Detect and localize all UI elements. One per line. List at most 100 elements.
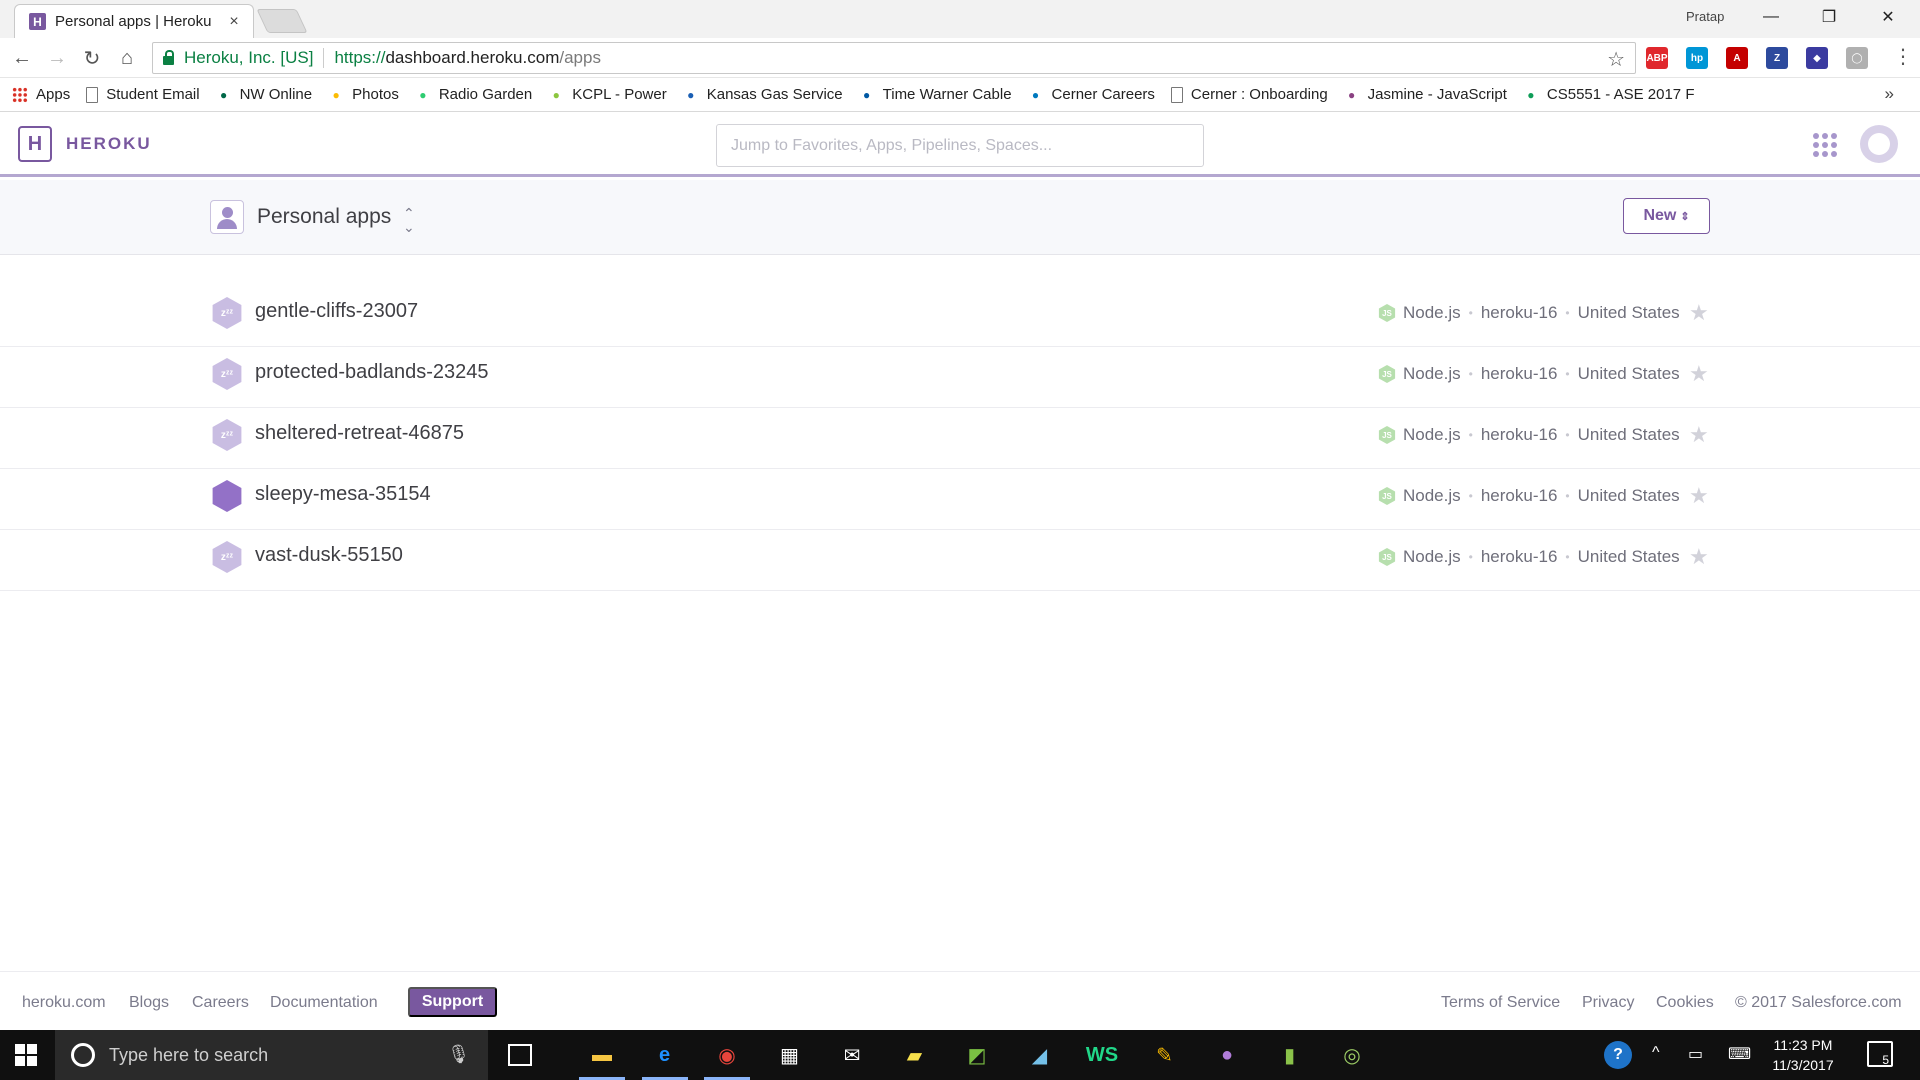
personal-account-icon[interactable] — [210, 200, 244, 234]
battery-icon[interactable]: ▭ — [1688, 1044, 1703, 1064]
apps-launcher-icon[interactable] — [1813, 133, 1837, 157]
app-row[interactable]: zᶻᶻ vast-dusk-55150 JS Node.js • heroku-16 • Un… — [0, 530, 1920, 591]
heroku-logo-text: HEROKU — [66, 134, 152, 153]
bookmark-item[interactable]: Apps — [12, 86, 70, 103]
edge-icon[interactable]: e — [647, 1037, 683, 1073]
windows-start-icon[interactable] — [15, 1044, 37, 1066]
tab-close-icon[interactable]: × — [225, 13, 243, 31]
adblock-plus-icon[interactable]: ABP — [1646, 47, 1668, 69]
sticky-notes-icon[interactable]: ▰ — [897, 1037, 933, 1073]
favorite-star-icon[interactable]: ★ — [1689, 544, 1709, 570]
help-icon[interactable]: ? — [1604, 1041, 1632, 1069]
url-scheme: https:// — [334, 48, 386, 67]
home-icon[interactable]: ⌂ — [113, 44, 141, 72]
nodejs-icon: JS — [1378, 487, 1396, 505]
footer-link-careers[interactable]: Careers — [192, 994, 249, 1012]
avatar-face-icon — [1868, 133, 1890, 155]
address-bar[interactable]: Heroku, Inc. [US] https:// dashboard.her… — [152, 42, 1636, 74]
mail-icon[interactable]: ✉ — [834, 1037, 870, 1073]
heroku-header: H HEROKU — [0, 112, 1920, 177]
bookmark-item[interactable]: ● KCPL - Power — [548, 86, 667, 103]
restore-icon[interactable]: ❐ — [1801, 0, 1857, 34]
visio-icon[interactable]: ◩ — [959, 1037, 995, 1073]
bookmark-item[interactable]: ● Jasmine - JavaScript — [1344, 86, 1507, 103]
microphone-icon[interactable]: 🎙 — [447, 1044, 470, 1065]
heroku-logo-icon: H — [18, 126, 52, 162]
bookmark-item[interactable]: ● NW Online — [216, 86, 312, 103]
extension-blank-icon[interactable]: ◯ — [1846, 47, 1868, 69]
keyboard-icon[interactable]: ⌨ — [1728, 1044, 1751, 1064]
app-row[interactable]: zᶻᶻ protected-badlands-23245 JS Node.js • her… — [0, 347, 1920, 408]
zotero-icon[interactable]: Z — [1766, 47, 1788, 69]
paint-icon[interactable]: ✎ — [1147, 1037, 1183, 1073]
heroku-favicon-icon: H — [29, 13, 46, 30]
bookmark-item[interactable]: ● Photos — [328, 86, 399, 103]
system-clock[interactable]: 11:23 PM 11/3/2017 — [1758, 1035, 1848, 1075]
app-name-link[interactable]: gentle-cliffs-23007 — [255, 300, 418, 323]
jump-to-search-input[interactable] — [716, 124, 1204, 167]
user-avatar[interactable] — [1860, 125, 1898, 163]
task-view-icon[interactable] — [508, 1044, 532, 1066]
app-name-link[interactable]: protected-badlands-23245 — [255, 361, 489, 384]
app-name-link[interactable]: vast-dusk-55150 — [255, 544, 403, 567]
heroku-logo[interactable]: H HEROKU — [18, 126, 152, 162]
favorite-star-icon[interactable]: ★ — [1689, 300, 1709, 326]
reload-icon[interactable]: ↻ — [78, 44, 106, 72]
app-row[interactable]: zᶻᶻ gentle-cliffs-23007 JS Node.js • heroku-1… — [0, 286, 1920, 347]
chrome-menu-icon[interactable]: ⋮ — [1893, 44, 1913, 69]
footer-link-heroku[interactable]: heroku.com — [22, 994, 106, 1012]
file-explorer-icon[interactable]: ▬ — [584, 1037, 620, 1073]
green-app-icon[interactable]: ▮ — [1272, 1037, 1308, 1073]
context-header: Personal apps ⌃ ⌄ New ⇕ — [0, 180, 1920, 255]
app-row[interactable]: zᶻᶻ sheltered-retreat-46875 JS Node.js • hero… — [0, 408, 1920, 469]
bookmarks-overflow-icon[interactable]: » — [1885, 84, 1894, 104]
chrome-icon[interactable]: ◉ — [709, 1037, 745, 1073]
footer-link-documentation[interactable]: Documentation — [270, 994, 378, 1012]
show-hidden-icons-chevron[interactable]: ^ — [1652, 1044, 1660, 1062]
context-switcher-caret-icon[interactable]: ⌃ ⌄ — [403, 206, 415, 234]
android-icon[interactable]: ◎ — [1334, 1037, 1370, 1073]
context-switcher-label[interactable]: Personal apps — [257, 205, 391, 229]
app-language: Node.js — [1403, 303, 1461, 322]
github-icon[interactable]: ● — [1209, 1037, 1245, 1073]
action-center-icon[interactable]: 5 — [1867, 1041, 1893, 1067]
bookmark-item[interactable]: ● CS5551 - ASE 2017 F — [1523, 86, 1695, 103]
back-icon[interactable]: ← — [8, 44, 36, 72]
bookmark-item[interactable]: ● Cerner Careers — [1028, 86, 1155, 103]
meta-separator: • — [1468, 367, 1473, 381]
favorite-star-icon[interactable]: ★ — [1689, 361, 1709, 387]
browser-tab[interactable]: H Personal apps | Heroku × — [14, 4, 254, 38]
bookmark-label: CS5551 - ASE 2017 F — [1546, 86, 1695, 103]
new-button[interactable]: New ⇕ — [1623, 198, 1710, 234]
favorite-star-icon[interactable]: ★ — [1689, 422, 1709, 448]
bookmark-item[interactable]: ● Time Warner Cable — [859, 86, 1012, 103]
support-button[interactable]: Support — [408, 987, 497, 1017]
store-icon[interactable]: ▦ — [772, 1037, 808, 1073]
bookmark-item[interactable]: ● Radio Garden — [415, 86, 532, 103]
dashboard-footer: heroku.com Blogs Careers Documentation S… — [0, 971, 1920, 1030]
bookmark-item[interactable]: ● Kansas Gas Service — [683, 86, 843, 103]
favorite-star-icon[interactable]: ★ — [1689, 483, 1709, 509]
app-row[interactable]: sleepy-mesa-35154 JS Node.js • heroku-16 • Uni… — [0, 469, 1920, 530]
app-name-link[interactable]: sleepy-mesa-35154 — [255, 483, 431, 506]
minimize-icon[interactable]: — — [1743, 0, 1799, 34]
footer-link-cookies[interactable]: Cookies — [1656, 994, 1714, 1012]
bookmark-item[interactable]: Cerner : Onboarding — [1170, 86, 1328, 103]
close-window-icon[interactable]: ✕ — [1860, 0, 1916, 34]
chrome-profile-name[interactable]: Pratap — [1686, 9, 1724, 24]
footer-link-terms[interactable]: Terms of Service — [1441, 994, 1560, 1012]
footer-link-privacy[interactable]: Privacy — [1582, 994, 1634, 1012]
bookmark-star-icon[interactable]: ☆ — [1607, 47, 1625, 72]
new-caret-icon: ⇕ — [1680, 210, 1690, 223]
extension-icon[interactable]: ◆ — [1806, 47, 1828, 69]
webstorm-icon[interactable]: WS — [1084, 1037, 1120, 1073]
hp-icon[interactable]: hp — [1686, 47, 1708, 69]
acrobat-icon[interactable]: A — [1726, 47, 1748, 69]
azure-icon[interactable]: ◢ — [1022, 1037, 1058, 1073]
footer-link-blogs[interactable]: Blogs — [129, 994, 169, 1012]
bookmark-item[interactable]: Student Email — [86, 86, 200, 103]
new-tab-button[interactable] — [256, 9, 308, 33]
taskbar-search-box[interactable]: Type here to search 🎙 — [55, 1030, 488, 1080]
app-name-link[interactable]: sheltered-retreat-46875 — [255, 422, 464, 445]
forward-icon[interactable]: → — [43, 44, 71, 72]
